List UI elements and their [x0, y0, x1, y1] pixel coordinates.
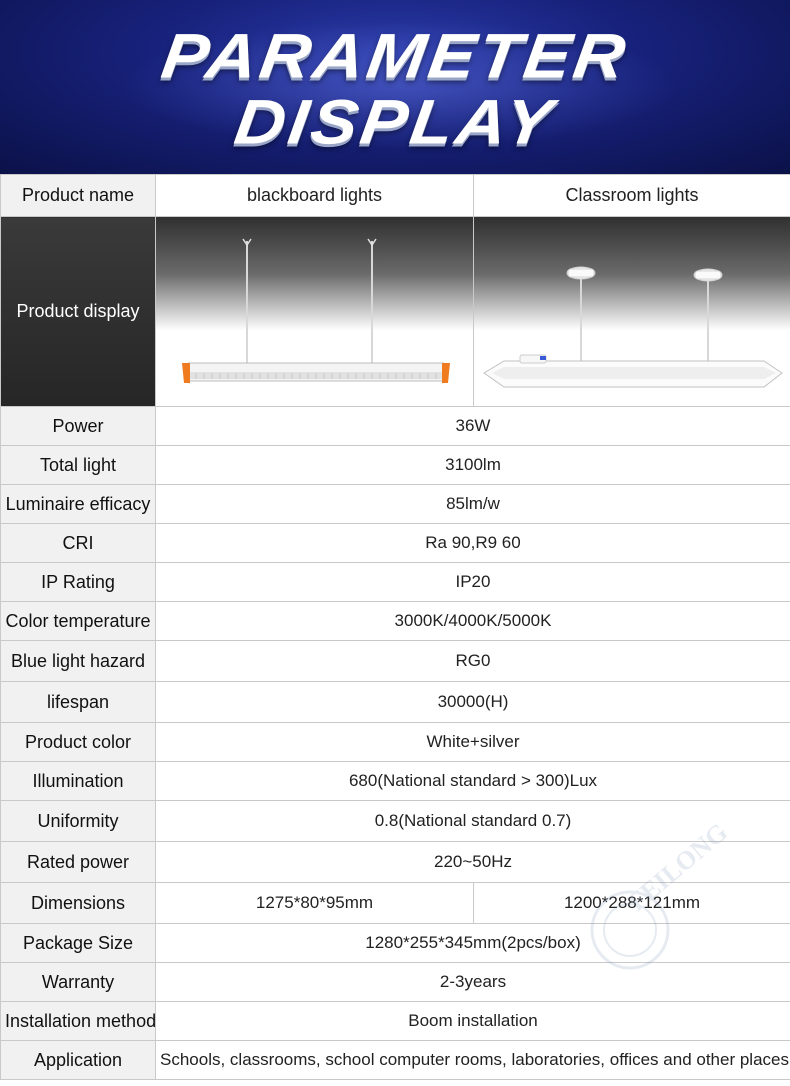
row-value: IP20	[155, 562, 790, 602]
row-value: 680(National standard > 300)Lux	[155, 761, 790, 801]
classroom-light-illustration	[483, 266, 783, 388]
table-row: CRI Ra 90,R9 60	[0, 523, 790, 563]
table-row: lifespan 30000(H)	[0, 681, 790, 723]
blackboard-light-image	[155, 216, 474, 407]
table-row: Luminaire efficacy 85lm/w	[0, 484, 790, 524]
row-value: 3100lm	[155, 445, 790, 485]
row-label: Blue light hazard	[0, 640, 156, 682]
product-display-label: Product display	[0, 216, 156, 407]
row-label: Rated power	[0, 841, 156, 883]
row-value: White+silver	[155, 722, 790, 762]
table-row: Rated power 220~50Hz	[0, 841, 790, 883]
table-row: Product color White+silver	[0, 722, 790, 762]
header-col-classroom: Classroom lights	[473, 174, 790, 217]
row-label: Package Size	[0, 923, 156, 963]
table-row: Package Size 1280*255*345mm(2pcs/box)	[0, 923, 790, 963]
row-label: CRI	[0, 523, 156, 563]
table-row: Application Schools, classrooms, school c…	[0, 1040, 790, 1080]
row-label: Warranty	[0, 962, 156, 1002]
classroom-light-image	[473, 216, 790, 407]
parameter-table: Product name blackboard lights Classroom…	[0, 174, 790, 1080]
table-row: Uniformity 0.8(National standard 0.7)	[0, 800, 790, 842]
table-row: Power 36W	[0, 406, 790, 446]
row-value: 30000(H)	[155, 681, 790, 723]
row-label: Uniformity	[0, 800, 156, 842]
table-row: Color temperature 3000K/4000K/5000K	[0, 601, 790, 641]
row-value: 1280*255*345mm(2pcs/box)	[155, 923, 790, 963]
row-value: 85lm/w	[155, 484, 790, 524]
row-value: 36W	[155, 406, 790, 446]
row-label: Luminaire efficacy	[0, 484, 156, 524]
header-col-blackboard: blackboard lights	[155, 174, 474, 217]
table-header-row: Product name blackboard lights Classroom…	[0, 174, 790, 217]
table-row: Illumination 680(National standard > 300)…	[0, 761, 790, 801]
product-display-row: Product display	[0, 216, 790, 407]
title-banner: PARAMETER DISPLAY	[0, 0, 790, 174]
header-label: Product name	[0, 174, 156, 217]
row-label: Total light	[0, 445, 156, 485]
row-label: Dimensions	[0, 882, 156, 924]
row-value: Ra 90,R9 60	[155, 523, 790, 563]
row-value: 2-3years	[155, 962, 790, 1002]
blackboard-light-illustration	[182, 238, 450, 383]
row-value: Schools, classrooms, school computer roo…	[155, 1040, 790, 1080]
row-label: Product color	[0, 722, 156, 762]
row-label: IP Rating	[0, 562, 156, 602]
dimensions-blackboard: 1275*80*95mm	[155, 882, 474, 924]
row-label: Illumination	[0, 761, 156, 801]
row-value: Boom installation	[155, 1001, 790, 1041]
banner-title-line-2: DISPLAY	[230, 86, 560, 158]
row-label: lifespan	[0, 681, 156, 723]
row-value: 220~50Hz	[155, 841, 790, 883]
row-value: 0.8(National standard 0.7)	[155, 800, 790, 842]
row-label: Color temperature	[0, 601, 156, 641]
banner-title-line-1: PARAMETER	[157, 20, 633, 92]
row-value: RG0	[155, 640, 790, 682]
row-label: Power	[0, 406, 156, 446]
row-label: Application	[0, 1040, 156, 1080]
table-row: Blue light hazard RG0	[0, 640, 790, 682]
row-value: 3000K/4000K/5000K	[155, 601, 790, 641]
dimensions-classroom: 1200*288*121mm	[473, 882, 790, 924]
table-row: Installation method Boom installation	[0, 1001, 790, 1041]
table-row: IP Rating IP20	[0, 562, 790, 602]
table-row: Warranty 2-3years	[0, 962, 790, 1002]
dimensions-row: Dimensions 1275*80*95mm 1200*288*121mm	[0, 882, 790, 924]
row-label: Installation method	[0, 1001, 156, 1041]
table-row: Total light 3100lm	[0, 445, 790, 485]
